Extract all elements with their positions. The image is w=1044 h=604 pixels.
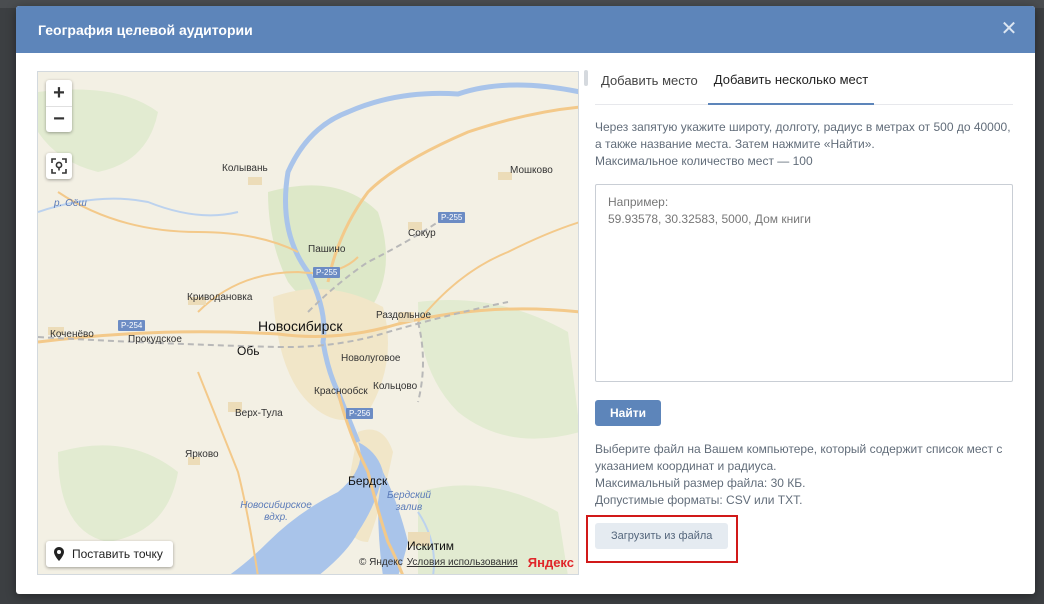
map-city-label: Обь	[237, 344, 260, 358]
modal-header: География целевой аудитории ✕	[16, 6, 1035, 53]
file-instructions-line: Максимальный размер файла: 30 КБ.	[595, 476, 806, 490]
upload-highlight-box: Загрузить из файла	[586, 515, 738, 563]
file-instructions-line: Выберите файл на Вашем компьютере, котор…	[595, 442, 1003, 456]
modal-title: География целевой аудитории	[38, 21, 253, 38]
file-instructions-line: указанием координат и радиуса.	[595, 459, 777, 473]
map-scrollbar-handle[interactable]	[584, 70, 588, 86]
file-instructions-line: Допустимые форматы: CSV или TXT.	[595, 493, 803, 507]
road-number-badge: Р-256	[346, 408, 374, 419]
map-water-label: Новосибирское вдхр.	[240, 500, 312, 523]
terms-of-use-link[interactable]: Условия использования	[407, 557, 518, 568]
road-number-badge: Р-255	[438, 212, 466, 223]
audience-geography-modal: География целевой аудитории ✕ Колывань М…	[16, 6, 1035, 594]
map-city-label: Новолуговое	[341, 353, 401, 364]
map-pin-icon	[54, 547, 64, 561]
road-number-badge: Р-254	[118, 320, 146, 331]
tab-add-multiple-places[interactable]: Добавить несколько мест	[707, 56, 875, 105]
instructions-line: Через запятую укажите широту, долготу, р…	[595, 120, 1011, 134]
instructions-line: Максимальное количество мест — 100	[595, 154, 813, 168]
tab-bar: Добавить место Добавить несколько мест	[595, 56, 1013, 105]
map-city-label: Пашино	[308, 244, 346, 255]
map-city-label: Коченёво	[50, 329, 94, 340]
yandex-logo: Яндекс	[527, 555, 574, 570]
map-city-label: Колывань	[222, 163, 268, 174]
find-button[interactable]: Найти	[595, 400, 661, 426]
map-view[interactable]: Колывань Мошково Сокур Пашино Криводанов…	[37, 71, 579, 575]
road-number-badge: Р-255	[313, 267, 341, 278]
zoom-controls: + −	[46, 80, 72, 132]
map-city-label: Верх-Тула	[235, 408, 283, 419]
map-city-label: Краснообск	[314, 386, 368, 397]
map-copyright: © Яндекс Условия использования Яндекс	[359, 555, 574, 570]
map-city-label: Сокур	[408, 228, 436, 239]
map-city-label: Мошково	[510, 165, 553, 176]
upload-from-file-button[interactable]: Загрузить из файла	[595, 523, 729, 549]
map-water-label: Бердский залив	[386, 490, 431, 513]
map-city-label: Ярково	[185, 449, 219, 460]
map-city-label: Новосибирск	[258, 318, 343, 334]
place-point-button[interactable]: Поставить точку	[46, 541, 173, 567]
map-city-label: Кольцово	[373, 381, 418, 392]
map-water-label: р. Оёш	[54, 198, 87, 209]
copyright-text: © Яндекс	[358, 557, 403, 568]
instructions-text: Через запятую укажите широту, долготу, р…	[595, 119, 1013, 170]
tab-add-place[interactable]: Добавить место	[595, 56, 704, 105]
map-city-label: Искитим	[407, 539, 455, 553]
map-city-label: Раздольное	[376, 310, 432, 321]
instructions-line: а также название места. Затем нажмите «Н…	[595, 137, 875, 151]
close-icon[interactable]: ✕	[999, 19, 1019, 39]
map-city-label: Бердск	[348, 474, 388, 488]
file-instructions-text: Выберите файл на Вашем компьютере, котор…	[595, 441, 1013, 509]
map-city-label: Прокудское	[128, 334, 182, 345]
add-places-panel: Добавить место Добавить несколько мест Ч…	[586, 56, 1013, 563]
zoom-in-button[interactable]: +	[46, 80, 72, 106]
geolocation-icon	[51, 158, 67, 174]
place-point-label: Поставить точку	[72, 547, 163, 561]
map-city-label: Криводановка	[187, 292, 253, 303]
geolocation-button[interactable]	[46, 153, 72, 179]
zoom-out-button[interactable]: −	[46, 106, 72, 132]
places-input[interactable]	[595, 184, 1013, 382]
